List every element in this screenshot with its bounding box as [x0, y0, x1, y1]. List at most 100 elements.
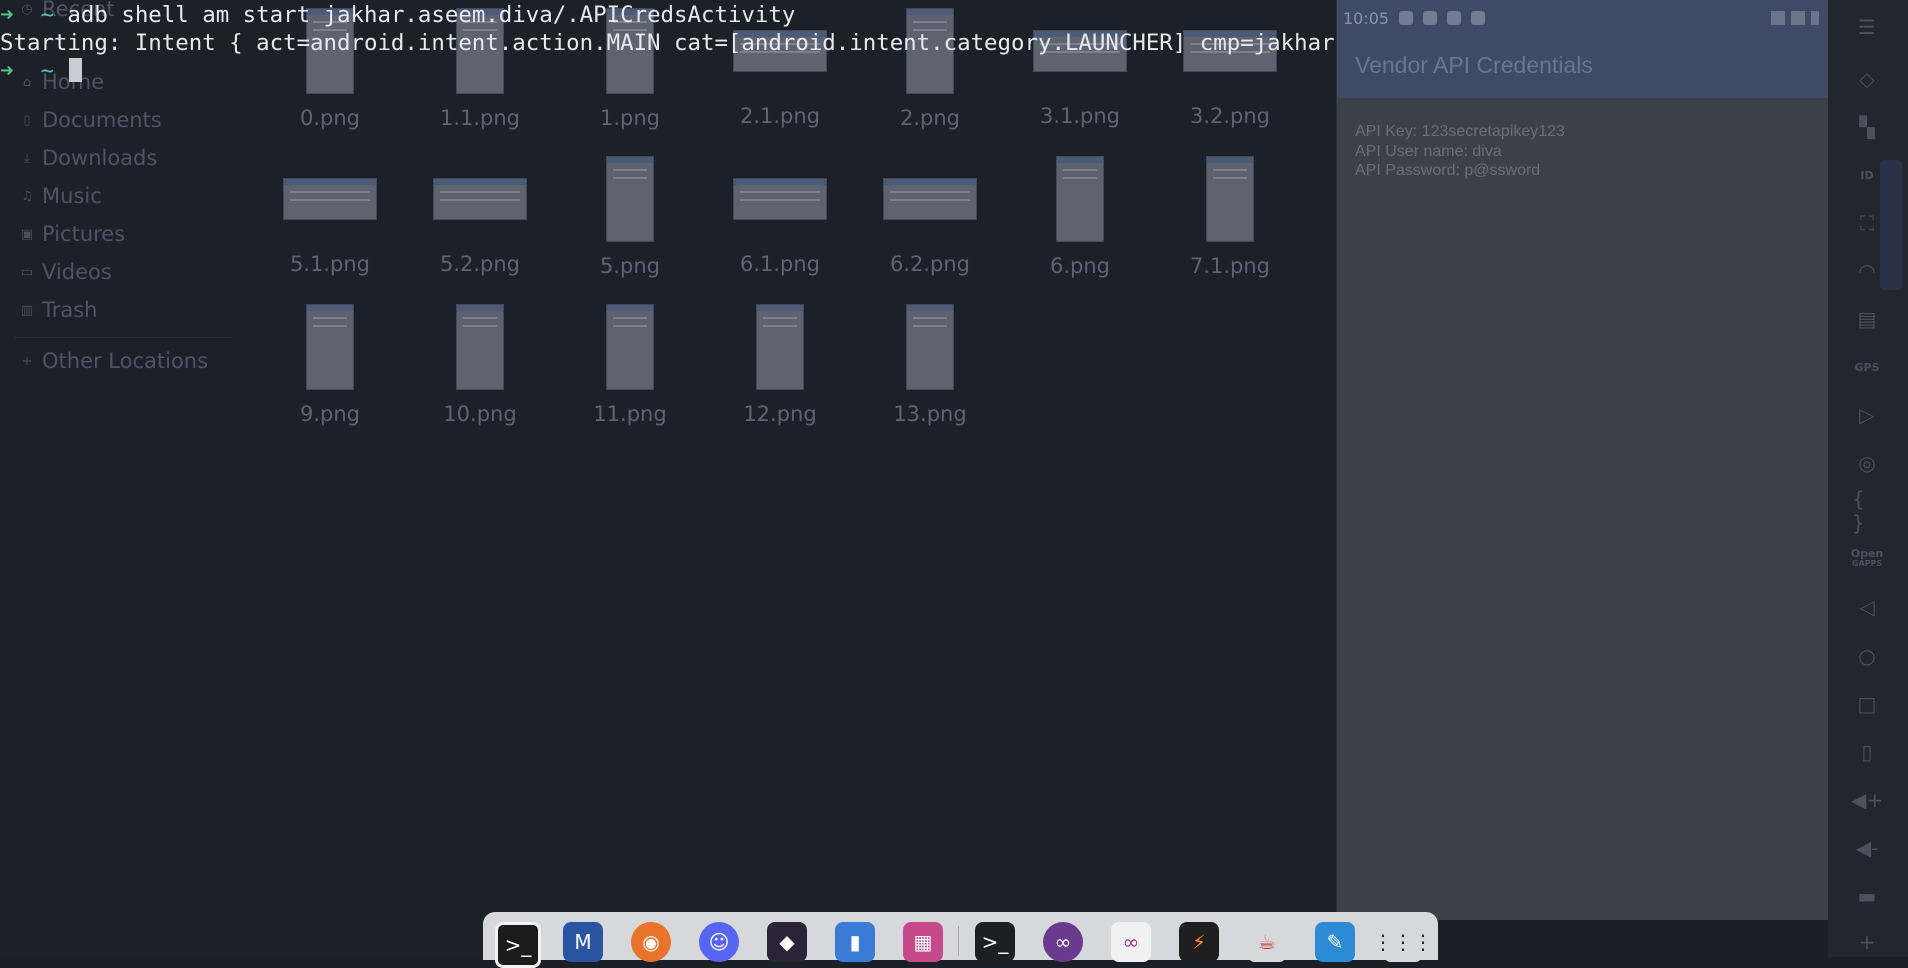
file-manager-sidebar: ◷ Recent ⌂ Home ▯ Documents ⤓ Downloads …: [0, 0, 238, 957]
terminal-command: adb shell am start jakhar.aseem.diva/.AP…: [67, 2, 796, 28]
file-manager-icon[interactable]: ▮: [835, 922, 875, 962]
firefox-icon[interactable]: ◉: [631, 922, 671, 962]
file-name: 13.png: [893, 402, 967, 426]
status-time: 10:05: [1343, 8, 1390, 28]
sidebar-item-other-locations[interactable]: + Other Locations: [20, 346, 209, 376]
notification-status-icon: [1447, 11, 1462, 25]
file-name: 0.png: [299, 106, 360, 130]
file-thumbnail: [306, 304, 354, 390]
file-thumbnail: [733, 178, 827, 220]
file-item[interactable]: 11.png: [555, 304, 705, 426]
obsidian-icon[interactable]: ◆: [767, 922, 807, 962]
menu-icon[interactable]: ☰: [1852, 12, 1882, 42]
file-item[interactable]: 5.2.png: [405, 156, 555, 276]
file-item[interactable]: 6.2.png: [855, 156, 1005, 276]
discord-icon[interactable]: ☺: [699, 922, 739, 962]
sidebar-item-label: Music: [42, 184, 102, 208]
sidebar-item-label: Pictures: [42, 222, 126, 246]
sidebar-item-pictures[interactable]: ▣ Pictures: [20, 219, 125, 249]
file-name: 12.png: [743, 402, 817, 426]
file-item[interactable]: 2.png: [855, 8, 1005, 130]
burp-icon[interactable]: ∞: [1043, 922, 1083, 962]
file-name: 1.png: [599, 106, 660, 130]
plus-icon[interactable]: +: [1852, 927, 1882, 957]
disk-icon[interactable]: ◎: [1852, 448, 1882, 478]
braces-icon[interactable]: { }: [1852, 487, 1882, 535]
settings-status-icon: [1399, 11, 1414, 25]
file-name: 5.png: [599, 254, 660, 278]
sidebar-item-label: Downloads: [42, 146, 158, 170]
android-emulator-screen[interactable]: 10:05 Vendor API Credentials API Key: 12…: [1336, 0, 1829, 920]
file-item[interactable]: 6.1.png: [705, 156, 855, 276]
sidebar-item-videos[interactable]: ▭ Videos: [20, 257, 112, 287]
file-thumbnail: [883, 178, 977, 220]
document-icon: ▯: [23, 112, 31, 128]
genymotion-icon[interactable]: ∞: [1111, 922, 1151, 962]
camera-icon[interactable]: ▚: [1852, 112, 1882, 142]
terminal-app-icon[interactable]: >_: [495, 922, 541, 968]
file-thumbnail: [1056, 156, 1104, 242]
text-editor-icon[interactable]: ✎: [1315, 922, 1355, 962]
sidebar-item-label: Other Locations: [42, 349, 209, 373]
file-item[interactable]: 13.png: [855, 304, 1005, 426]
file-item[interactable]: 6.png: [1005, 156, 1155, 278]
sublime-icon[interactable]: ⚡: [1179, 922, 1219, 962]
gps-icon[interactable]: GPS: [1852, 352, 1882, 382]
file-name: 6.2.png: [889, 252, 971, 276]
activity-title: Vendor API Credentials: [1355, 52, 1593, 78]
fullscreen-icon[interactable]: ⛶: [1852, 208, 1882, 238]
phone-icon[interactable]: ▯: [1852, 737, 1882, 767]
image-viewer-icon[interactable]: ▦: [903, 922, 943, 962]
sidebar-item-music[interactable]: ♫ Music: [20, 181, 102, 211]
app-grid-icon[interactable]: ⋮⋮⋮: [1373, 922, 1433, 962]
file-item[interactable]: 9.png: [255, 304, 405, 426]
api-password-line: API Password: p@ssword: [1355, 162, 1541, 179]
file-item[interactable]: 3.1.png: [1005, 8, 1155, 128]
wifi-icon: [1771, 11, 1785, 25]
eraser-icon[interactable]: ◇: [1852, 64, 1882, 94]
terminal[interactable]: ➜ ~ adb shell am start jakhar.aseem.diva…: [0, 0, 1752, 112]
sidebar-item-trash[interactable]: ▥ Trash: [20, 295, 98, 325]
file-item[interactable]: 7.1.png: [1155, 156, 1305, 278]
rss-icon[interactable]: ◠: [1852, 256, 1882, 286]
volume-up-icon[interactable]: ◀+: [1851, 785, 1883, 815]
file-name: 2.png: [899, 106, 960, 130]
dock-separator: [958, 926, 959, 956]
file-thumbnail: [906, 304, 954, 390]
sd-card-icon[interactable]: ▤: [1852, 304, 1882, 334]
file-thumbnail: [433, 178, 527, 220]
back-icon[interactable]: ◁: [1852, 592, 1882, 622]
media-icon[interactable]: ▷: [1852, 400, 1882, 430]
file-name: 6.png: [1049, 254, 1110, 278]
home-circle-icon[interactable]: ○: [1852, 641, 1882, 671]
sidebar-item-downloads[interactable]: ⤓ Downloads: [20, 143, 157, 173]
file-name: 10.png: [443, 402, 517, 426]
file-item[interactable]: 3.2.png: [1155, 8, 1305, 128]
sidebar-item-documents[interactable]: ▯ Documents: [20, 105, 162, 135]
file-item[interactable]: 12.png: [705, 304, 855, 426]
keyboard-icon[interactable]: ▬: [1852, 881, 1882, 911]
opengapps-icon[interactable]: Open GAPPS: [1851, 544, 1884, 574]
app-dock: >_ M ◉ ☺ ◆ ▮ ▦ >_ ∞ ∞ ⚡ ☕ ✎ ⋮⋮⋮: [483, 912, 1438, 968]
file-item[interactable]: 5.png: [555, 156, 705, 278]
file-name: 9.png: [299, 402, 360, 426]
file-name: 7.1.png: [1189, 254, 1271, 278]
picture-icon: ▣: [20, 226, 34, 242]
file-item[interactable]: 10.png: [405, 304, 555, 426]
terminal-cursor: [69, 58, 83, 82]
sidebar-item-label: Documents: [42, 108, 162, 132]
java-icon[interactable]: ☕: [1247, 922, 1287, 962]
battery-icon: [1811, 11, 1819, 25]
metasploit-icon[interactable]: M: [563, 922, 603, 962]
id-icon[interactable]: ID: [1852, 160, 1882, 190]
file-item[interactable]: 5.1.png: [255, 156, 405, 276]
plus-icon: +: [21, 353, 33, 369]
notification-status-icon: [1423, 11, 1438, 25]
console-icon[interactable]: >_: [975, 922, 1015, 962]
file-name: 3.2.png: [1189, 104, 1271, 128]
volume-down-icon[interactable]: ◀-: [1852, 833, 1882, 863]
recents-square-icon[interactable]: □: [1852, 689, 1882, 719]
file-name: 11.png: [593, 402, 667, 426]
terminal-line-prompt: ➜ ~: [0, 57, 83, 85]
signal-icon: [1791, 11, 1805, 25]
